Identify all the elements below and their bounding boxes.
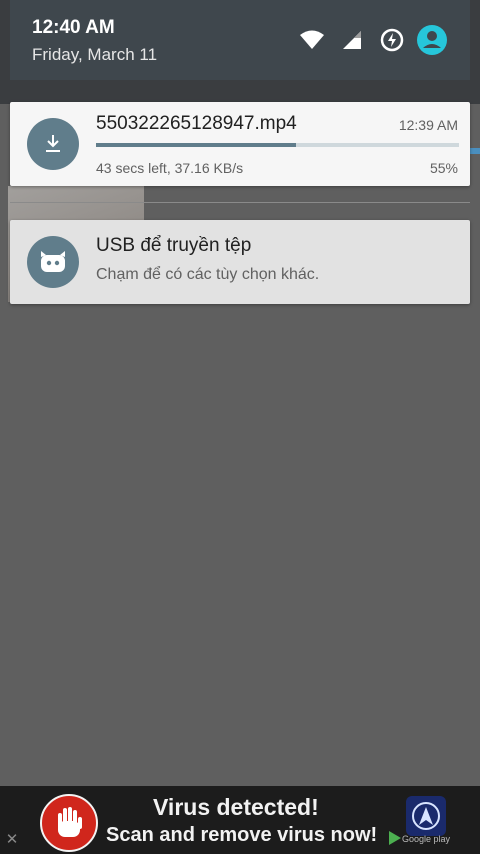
clock: 12:40 AM — [32, 17, 115, 38]
notification-title: 550322265128947.mp4 — [96, 113, 297, 134]
battery-charging-icon — [376, 24, 408, 56]
notification-title: USB để truyền tệp — [96, 235, 252, 256]
usb-notification[interactable]: USB để truyền tệp Chạm để có các tùy chọ… — [10, 220, 470, 304]
download-icon — [27, 118, 79, 170]
notification-time: 12:39 AM — [398, 117, 458, 133]
download-notification[interactable]: 550322265128947.mp4 12:39 AM 43 secs lef… — [10, 102, 470, 186]
signal-icon — [336, 24, 368, 56]
download-progress-fill — [96, 143, 296, 147]
ad-title: Virus detected! — [153, 794, 319, 820]
stop-hand-icon — [40, 794, 98, 852]
date-label[interactable]: Friday, March 11 — [32, 45, 157, 65]
store-label: Google play — [402, 834, 451, 844]
download-percent: 55% — [429, 160, 458, 176]
cyanogen-icon — [27, 236, 79, 288]
app-logo-icon — [406, 796, 446, 836]
google-play-icon — [389, 831, 401, 845]
ad-subtitle: Scan and remove virus now! — [106, 824, 378, 846]
close-icon[interactable]: ✕ — [2, 830, 22, 850]
notification-detail: 43 secs left, 37.16 KB/s — [96, 160, 244, 176]
quick-settings-header[interactable]: 12:40 AM Friday, March 11 — [10, 0, 470, 80]
wifi-icon — [296, 24, 328, 56]
status-icons — [296, 24, 448, 56]
download-progress-bar — [96, 143, 459, 147]
notification-detail: Chạm để có các tùy chọn khác. — [96, 266, 320, 283]
profile-icon[interactable] — [416, 24, 448, 56]
divider — [10, 202, 470, 203]
